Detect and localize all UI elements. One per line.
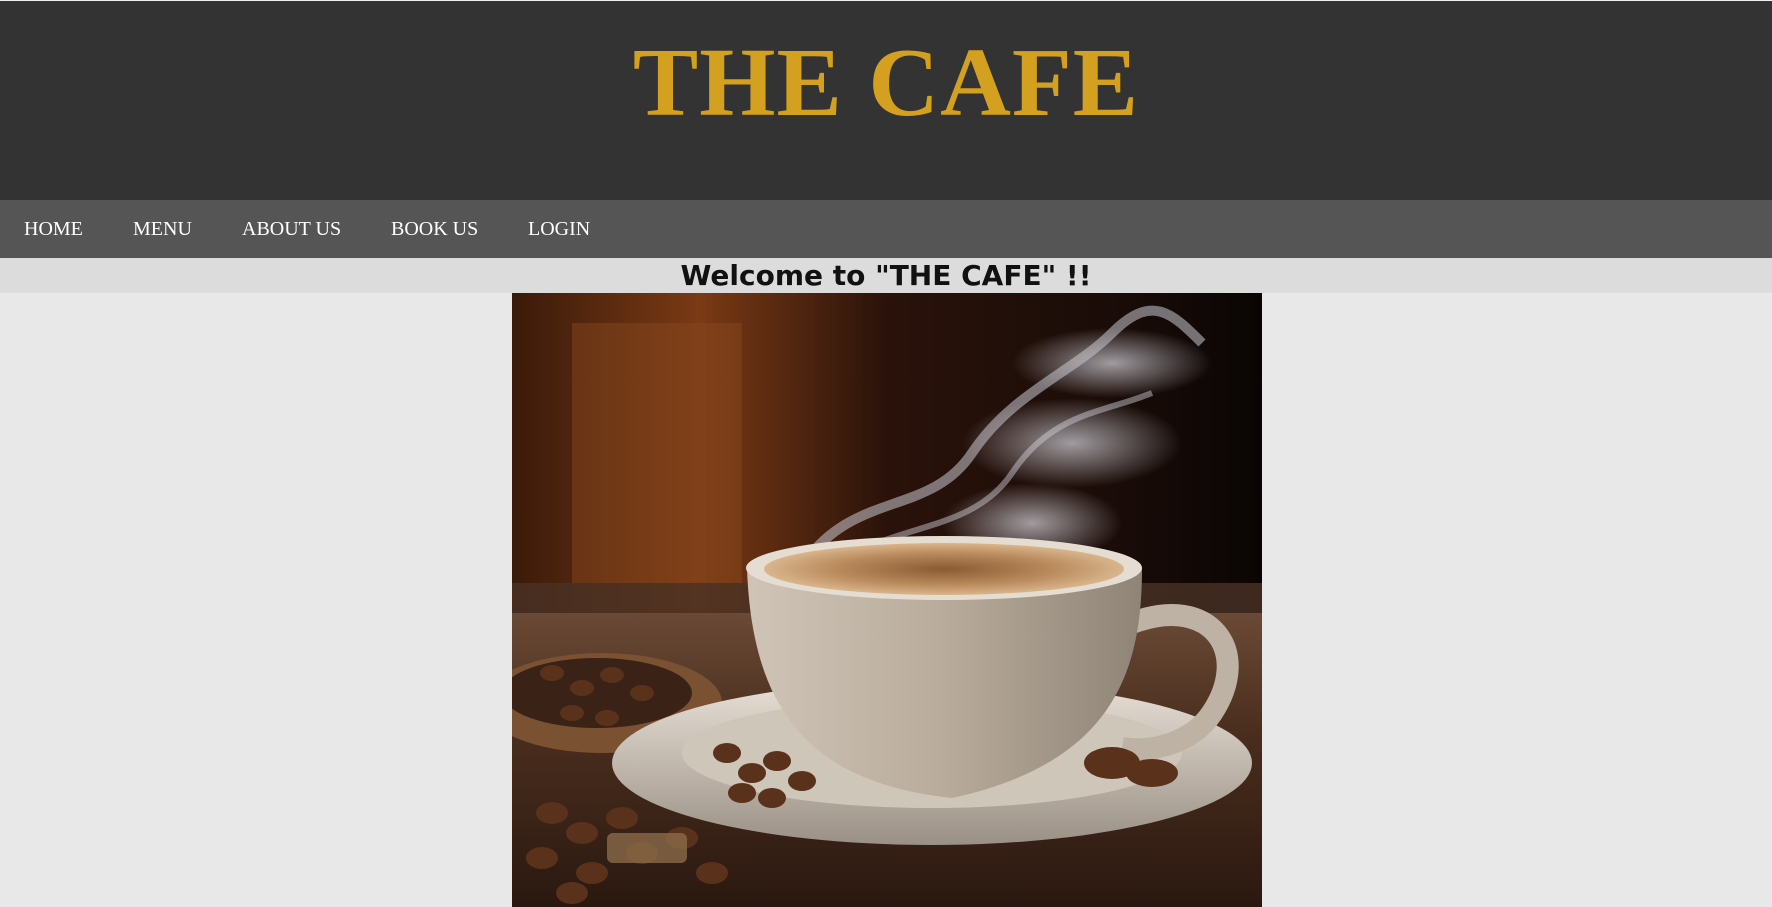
coffee-cup-illustration bbox=[512, 293, 1262, 907]
site-title: THE CAFE bbox=[632, 29, 1140, 137]
welcome-banner: Welcome to "THE CAFE" !! bbox=[0, 258, 1772, 293]
nav-item-login[interactable]: LOGIN bbox=[528, 200, 590, 258]
page: THE CAFE HOME MENU ABOUT US BOOK US LOGI… bbox=[0, 0, 1772, 907]
hero-image-coffee-cup bbox=[512, 293, 1262, 907]
nav-item-book-us[interactable]: BOOK US bbox=[391, 200, 478, 258]
main-nav: HOME MENU ABOUT US BOOK US LOGIN bbox=[0, 200, 1772, 258]
welcome-heading: Welcome to "THE CAFE" !! bbox=[680, 259, 1092, 292]
nav-item-about-us[interactable]: ABOUT US bbox=[242, 200, 341, 258]
site-header: THE CAFE bbox=[0, 0, 1772, 200]
nav-item-home[interactable]: HOME bbox=[24, 200, 83, 258]
nav-item-menu[interactable]: MENU bbox=[133, 200, 192, 258]
